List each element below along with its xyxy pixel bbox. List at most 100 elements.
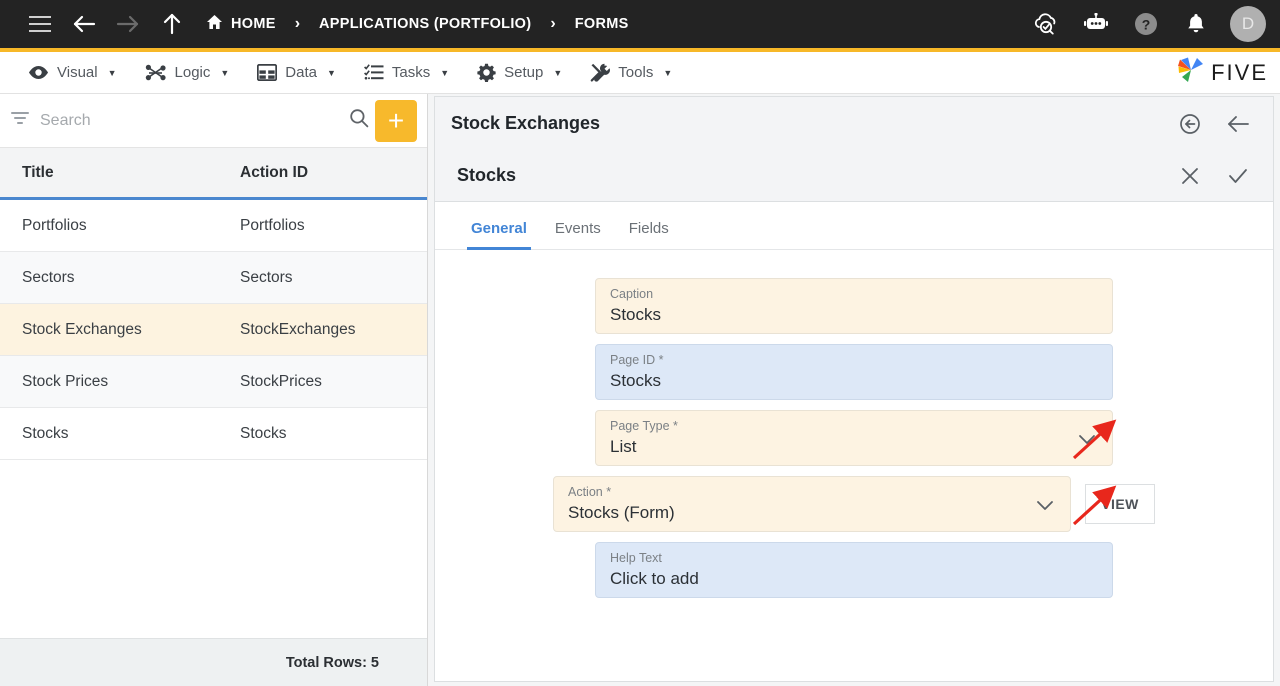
menu-item-visual[interactable]: Visual ▼	[14, 52, 131, 94]
cell-title: Sectors	[22, 268, 75, 286]
field-label: Page Type *	[610, 419, 678, 433]
filter-icon[interactable]	[10, 111, 30, 130]
module-menu-bar: Visual ▼ Logic ▼ Data ▼ Tasks ▼ Setup ▼ …	[0, 52, 1280, 94]
form-area: General Events Fields Caption Stocks Pag…	[434, 202, 1274, 682]
back-arrow-icon[interactable]	[1221, 107, 1255, 141]
chevron-down-icon: ▼	[553, 67, 563, 78]
chevron-down-icon: ▼	[220, 67, 230, 78]
application-window: HOME › APPLICATIONS (PORTFOLIO) › FORMS	[0, 0, 1280, 686]
robot-icon[interactable]	[1074, 2, 1118, 46]
flow-nodes-icon	[145, 64, 167, 82]
table-row[interactable]: Stock Prices StockPrices	[0, 356, 427, 408]
cell-title: Stocks	[22, 424, 69, 442]
column-header-title[interactable]: Title	[0, 164, 218, 182]
menu-item-label: Setup	[504, 64, 544, 81]
record-actions	[1173, 159, 1255, 193]
field-value: List	[610, 437, 637, 456]
page-id-field[interactable]: Page ID * Stocks	[595, 344, 1113, 400]
chevron-down-icon: ▼	[107, 67, 117, 78]
field-label: Help Text	[610, 551, 662, 565]
field-label: Action *	[568, 485, 612, 499]
eye-icon	[28, 65, 49, 80]
caption-field[interactable]: Caption Stocks	[595, 278, 1113, 334]
field-value: Click to add	[610, 569, 699, 588]
field-row-page-id: Page ID * Stocks	[595, 344, 1113, 400]
chevron-down-icon[interactable]	[1078, 433, 1096, 451]
menu-item-tools[interactable]: Tools ▼	[576, 52, 686, 94]
page-type-field[interactable]: Page Type * List	[595, 410, 1113, 466]
search-icon[interactable]	[349, 108, 369, 133]
help-icon[interactable]: ?	[1124, 2, 1168, 46]
nav-icon-group	[18, 2, 194, 46]
top-navigation-bar: HOME › APPLICATIONS (PORTFOLIO) › FORMS	[0, 0, 1280, 48]
gear-icon	[477, 63, 496, 82]
svg-text:?: ?	[1142, 17, 1151, 33]
pinwheel-logo-icon	[1177, 57, 1205, 88]
menu-item-label: Visual	[57, 64, 98, 81]
table-row[interactable]: Stocks Stocks	[0, 408, 427, 460]
add-record-button[interactable]: +	[375, 99, 417, 142]
records-list: Portfolios Portfolios Sectors Sectors St…	[0, 200, 427, 638]
field-row-action: Action * Stocks (Form) VIEW	[553, 476, 1155, 532]
menu-item-tasks[interactable]: Tasks ▼	[350, 52, 463, 94]
cell-title: Stock Exchanges	[22, 320, 142, 338]
chevron-down-icon: ▼	[663, 67, 673, 78]
close-icon[interactable]	[1173, 159, 1207, 193]
breadcrumb-item-applications[interactable]: APPLICATIONS (PORTFOLIO)	[319, 16, 531, 32]
table-grid-icon	[257, 64, 278, 81]
main-body: + Title Action ID Portfolios Portfolios …	[0, 94, 1280, 686]
menu-item-label: Tools	[618, 64, 654, 81]
back-arrow-icon[interactable]	[62, 2, 106, 46]
chevron-down-icon[interactable]	[1036, 499, 1054, 517]
bell-icon[interactable]	[1174, 2, 1218, 46]
breadcrumb-separator: ›	[294, 15, 301, 32]
search-box[interactable]	[10, 100, 369, 142]
form-fields: Caption Stocks Page ID * Stocks Page Typ…	[435, 250, 1273, 608]
menu-item-label: Data	[285, 64, 317, 81]
detail-header: Stock Exchanges	[434, 96, 1274, 150]
breadcrumb-label: HOME	[231, 16, 276, 32]
tab-events[interactable]: Events	[541, 220, 615, 249]
action-field[interactable]: Action * Stocks (Form)	[553, 476, 1071, 532]
records-sidebar: + Title Action ID Portfolios Portfolios …	[0, 94, 428, 686]
cell-title: Portfolios	[22, 216, 87, 234]
menu-item-label: Tasks	[391, 64, 431, 81]
hamburger-icon[interactable]	[18, 2, 62, 46]
home-icon	[206, 14, 223, 34]
table-row[interactable]: Portfolios Portfolios	[0, 200, 427, 252]
menu-item-logic[interactable]: Logic ▼	[131, 52, 244, 94]
record-title: Stocks	[457, 165, 517, 185]
cell-action-id: Portfolios	[240, 216, 305, 234]
breadcrumb-label: APPLICATIONS (PORTFOLIO)	[319, 16, 532, 32]
page-title: Stock Exchanges	[451, 113, 601, 133]
menu-item-data[interactable]: Data ▼	[243, 52, 350, 94]
revert-circle-icon[interactable]	[1173, 107, 1207, 141]
table-header: Title Action ID	[0, 148, 427, 200]
tab-general[interactable]: General	[457, 220, 541, 250]
breadcrumb: HOME › APPLICATIONS (PORTFOLIO) › FORMS	[206, 14, 629, 34]
tab-fields[interactable]: Fields	[615, 220, 683, 249]
breadcrumb-item-home[interactable]: HOME	[206, 14, 276, 34]
tools-icon	[590, 63, 611, 83]
up-arrow-icon[interactable]	[150, 2, 194, 46]
avatar[interactable]: D	[1230, 6, 1266, 42]
field-value: Stocks (Form)	[568, 503, 675, 522]
help-text-field[interactable]: Help Text Click to add	[595, 542, 1113, 598]
cloud-check-icon[interactable]	[1024, 2, 1068, 46]
breadcrumb-item-forms[interactable]: FORMS	[575, 16, 629, 32]
record-subheader: Stocks	[434, 150, 1274, 202]
table-row[interactable]: Sectors Sectors	[0, 252, 427, 304]
detail-header-actions	[1173, 107, 1255, 141]
view-button[interactable]: VIEW	[1085, 484, 1155, 524]
menu-item-setup[interactable]: Setup ▼	[463, 52, 576, 94]
breadcrumb-label: FORMS	[574, 16, 629, 32]
cell-action-id: Sectors	[240, 268, 293, 286]
field-label: Caption	[610, 287, 654, 301]
forward-arrow-icon[interactable]	[106, 2, 150, 46]
search-input[interactable]	[40, 111, 339, 130]
check-icon[interactable]	[1221, 159, 1255, 193]
field-row-help-text: Help Text Click to add	[595, 542, 1113, 598]
table-row-selected[interactable]: Stock Exchanges StockExchanges	[0, 304, 427, 356]
cell-action-id: StockPrices	[240, 372, 322, 390]
column-header-action-id[interactable]: Action ID	[218, 164, 308, 182]
